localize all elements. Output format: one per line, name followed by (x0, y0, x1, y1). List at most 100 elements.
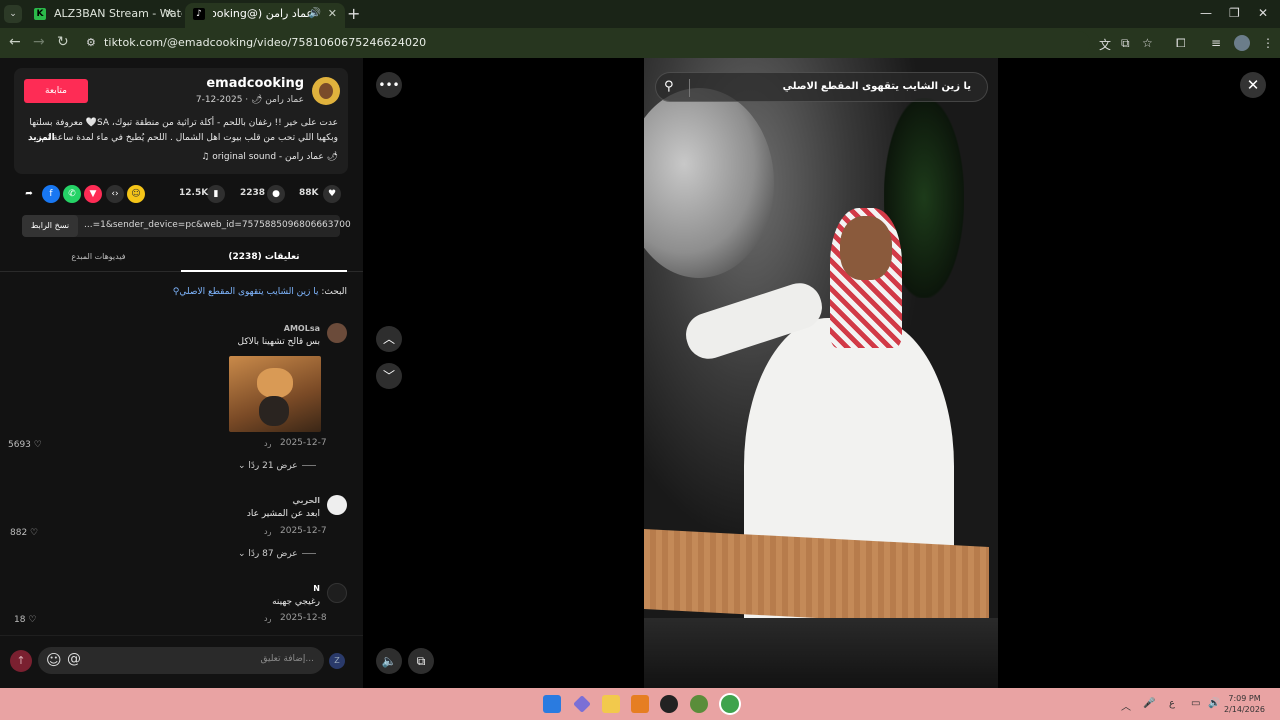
video-search-bar[interactable]: ⚲ يا زين الشايب يتقهوى المقطع الاصلي (655, 72, 988, 102)
reply-button[interactable]: رد (264, 439, 271, 448)
install-app-icon[interactable]: ⧉ (1121, 36, 1130, 51)
view-replies[interactable]: ⌄ عرض 21 ردًا (238, 461, 316, 471)
video-search-text[interactable]: يا زين الشايب يتقهوى المقطع الاصلي (783, 81, 971, 92)
tab-title: ALZ3BAN Stream - Watch Live (54, 7, 182, 20)
tab-creator-videos[interactable]: فيديوهات المبدع (16, 244, 181, 272)
reply-button[interactable]: رد (264, 614, 271, 623)
post-comment-button[interactable]: ↑ (10, 650, 32, 672)
menu-icon[interactable]: ⋮ (1262, 36, 1274, 50)
author-avatar[interactable] (312, 77, 340, 105)
tray-expand-icon[interactable]: ︿ (1121, 698, 1131, 713)
comment-likes[interactable]: 882 ♡ (10, 528, 38, 538)
sound-link[interactable]: ♫ original sound - عماد رامن 🌶 (201, 152, 338, 162)
commenter-avatar[interactable] (327, 583, 347, 603)
view-replies-label: عرض 21 ردًا (248, 461, 298, 471)
comment-icon[interactable]: ● (267, 185, 285, 203)
address-bar[interactable]: ⚙ tiktok.com/@emadcooking/video/75810606… (80, 31, 1090, 55)
network-icon[interactable]: ▭ (1191, 698, 1200, 709)
emoji-icon[interactable]: ☺ (46, 651, 62, 669)
commenter-avatar[interactable] (327, 495, 347, 515)
copilot-icon[interactable] (573, 695, 591, 713)
microphone-icon[interactable]: 🎤 (1143, 698, 1155, 709)
close-tab-icon[interactable]: ✕ (328, 3, 337, 25)
share-link-text[interactable]: ...=1&sender_device=pc&web_id=7575885096… (84, 220, 351, 230)
app-a-icon[interactable] (631, 695, 649, 713)
browser-tab-tiktok[interactable]: ♪ عماد رامن (@emadcooking) 🔊 ✕ (185, 3, 345, 28)
facebook-icon[interactable]: f (42, 185, 60, 203)
user-avatar[interactable]: Z (329, 653, 345, 669)
comment-input[interactable]: ☺ @ إضافة تعليق... (38, 647, 324, 674)
reply-button[interactable]: رد (264, 527, 271, 536)
forward-icon[interactable]: → (33, 34, 45, 50)
close-video-button[interactable]: ✕ (1240, 72, 1266, 98)
whatsapp-icon[interactable]: ✆ (63, 185, 81, 203)
commenter-avatar[interactable] (327, 323, 347, 343)
save-icon[interactable]: ▮ (207, 185, 225, 203)
picture-in-picture-icon[interactable]: ⧉ (408, 648, 434, 674)
commenter-name[interactable]: الحربي (292, 496, 320, 505)
like-icon[interactable]: ♥ (323, 185, 341, 203)
follow-button[interactable]: متابعة (24, 79, 88, 103)
comment-image-cat[interactable] (229, 356, 321, 432)
tab-title: عماد رامن (@emadcooking) (213, 7, 313, 20)
search-suggestion[interactable]: البحث: يا زين الشايب يتقهوى المقطع الاصل… (173, 287, 347, 297)
view-replies[interactable]: ⌄ عرض 87 ردًا (238, 549, 316, 559)
file-explorer-icon[interactable] (602, 695, 620, 713)
more-link[interactable]: المزيد (28, 133, 55, 143)
clock-time: 7:09 PM (1228, 694, 1261, 703)
embed-icon[interactable]: ‹› (106, 185, 124, 203)
comment-likes[interactable]: 5693 ♡ (8, 440, 42, 450)
video-info-card: متابعة emadcooking عماد رامن 🌶 · 2025-12… (14, 68, 348, 174)
previous-video-icon[interactable]: ︿ (376, 326, 402, 352)
close-window-icon[interactable]: ✕ (1258, 6, 1268, 20)
comment-date: 2025-12-8 (280, 613, 327, 623)
new-tab-button[interactable]: + (347, 4, 360, 23)
commenter-name[interactable]: N (313, 584, 320, 593)
author-username[interactable]: emadcooking (206, 76, 304, 91)
search-icon[interactable]: ⚲ (664, 79, 674, 94)
media-control-icon[interactable]: ≡ (1211, 36, 1221, 50)
start-icon[interactable] (543, 695, 561, 713)
mention-icon[interactable]: @ (67, 651, 81, 667)
tab-search-button[interactable]: ⌄ (4, 5, 22, 23)
close-tab-icon[interactable]: ✕ (165, 3, 174, 25)
tab-comments[interactable]: (2238) تعليقات (181, 244, 347, 272)
bookmark-star-icon[interactable]: ☆ (1142, 36, 1153, 50)
copy-link-button[interactable]: نسخ الرابط (22, 215, 78, 237)
comment-date: 2025-12-7 (280, 438, 327, 448)
profile-avatar[interactable] (1234, 35, 1250, 51)
chrome-active-icon[interactable] (721, 695, 739, 713)
video-player[interactable] (644, 58, 998, 688)
emoji-gift-icon[interactable]: ☺ (127, 185, 145, 203)
volume-tray-icon[interactable]: 🔊 (1208, 698, 1220, 709)
browser-tab-bar: ⌄ K ALZ3BAN Stream - Watch Live ✕ ♪ عماد… (0, 0, 1280, 28)
author-subtitle: عماد رامن 🌶 · 2025-12-7 (195, 95, 304, 105)
view-replies-label: عرض 87 ردًا (248, 549, 298, 559)
share-icon[interactable]: ➦ (20, 185, 38, 203)
search-suggestion-query[interactable]: يا زين الشايب يتقهوى المقطع الاصلي (179, 287, 318, 297)
browser-tab-alz3ban[interactable]: K ALZ3BAN Stream - Watch Live ✕ (26, 3, 182, 28)
speaker-icon[interactable]: 🔊 (309, 3, 321, 25)
extensions-icon[interactable]: ⧠ (1176, 36, 1186, 51)
reload-icon[interactable]: ↻ (57, 34, 69, 50)
windows-taskbar: ︿ 🎤 ع ▭ 🔊 7:09 PM 2/14/2026 (0, 688, 1280, 720)
video-foreground (644, 618, 998, 688)
more-options-icon[interactable]: ••• (376, 72, 402, 98)
next-video-icon[interactable]: ﹀ (376, 363, 402, 389)
volume-icon[interactable]: 🔈 (376, 648, 402, 674)
obs-icon[interactable] (660, 695, 678, 713)
clock[interactable]: 7:09 PM 2/14/2026 (1224, 693, 1265, 715)
restore-icon[interactable]: ❐ (1229, 6, 1240, 20)
back-icon[interactable]: ← (9, 34, 21, 50)
site-info-icon[interactable]: ⚙ (86, 36, 96, 49)
comment-placeholder: إضافة تعليق... (260, 654, 314, 664)
comment-count: 2238 (240, 188, 266, 198)
comment-likes[interactable]: 18 ♡ (14, 615, 36, 625)
minimize-icon[interactable]: — (1200, 6, 1212, 20)
chrome-icon[interactable] (690, 695, 708, 713)
translate-icon[interactable]: 文 (1099, 36, 1111, 53)
send-to-friends-icon[interactable]: ▼ (84, 185, 102, 203)
url-text[interactable]: tiktok.com/@emadcooking/video/7581060675… (104, 36, 426, 49)
language-indicator[interactable]: ع (1169, 698, 1175, 709)
commenter-name[interactable]: AMOLsa (284, 324, 320, 333)
